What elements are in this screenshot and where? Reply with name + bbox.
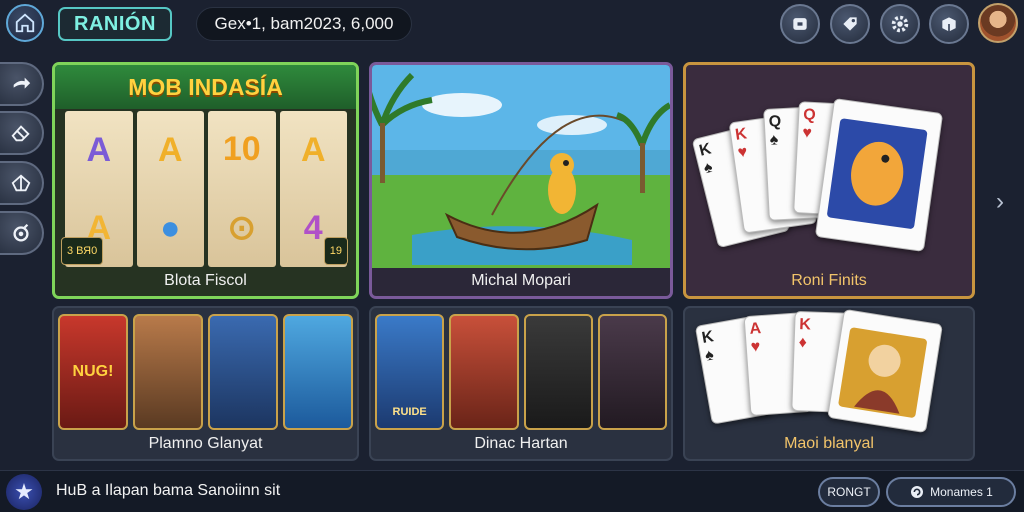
game-card-slot[interactable]: MOB INDASÍA A A A ● 10 ⊙ A 4 3 ВЯ0 19 Bl…: [52, 62, 359, 299]
eraser-icon: [11, 125, 30, 142]
chat-icon: [13, 223, 29, 242]
fish-card-art: [827, 118, 928, 229]
tile-caption: NUG!: [72, 363, 114, 380]
game-title: Plamno Glanyat: [148, 435, 263, 452]
news-ticker: HuB a Ilapan bama Sanoiinn sit: [56, 482, 281, 499]
reel-symbol: A: [300, 130, 326, 169]
tile: [133, 314, 203, 430]
home-icon: [15, 13, 35, 33]
chevron-right-icon[interactable]: ›: [988, 188, 1012, 216]
tile: [283, 314, 353, 430]
reel-symbol: ●: [159, 208, 181, 247]
brand-badge[interactable]: RANIÓN: [58, 7, 172, 41]
wallet-button[interactable]: [780, 4, 820, 44]
sidebar-forward-button[interactable]: [0, 62, 44, 106]
gear-icon: [891, 15, 909, 33]
balance-display: Gex•1, bam2023, 6,000: [196, 7, 412, 41]
game-card-adventure[interactable]: NUG! Plamno Glanyat: [52, 306, 359, 461]
reel: 10 ⊙: [208, 111, 276, 267]
reel-symbol: 4: [303, 208, 323, 247]
reel-symbol: 10: [222, 130, 261, 169]
game-card-cards[interactable]: K ♠ A ♥ K ♦ Maoi blanyal: [683, 306, 975, 461]
slot-reels: A A A ● 10 ⊙ A 4: [65, 111, 347, 267]
reel-symbol: A: [157, 130, 183, 169]
tile-strip: NUG!: [58, 314, 353, 430]
tile: [208, 314, 278, 430]
tile: [597, 314, 667, 430]
game-card-fishing[interactable]: Michal Mopari: [369, 62, 673, 299]
game-title: Roni Finits: [791, 272, 867, 289]
tile-strip: RUIDE: [375, 314, 667, 430]
tag-icon: [843, 17, 857, 31]
game-card-poker[interactable]: K ♠ K ♥ Q ♠ Q ♥ Roni Finits: [683, 62, 975, 299]
home-button[interactable]: [6, 4, 44, 42]
tile: RUIDE: [375, 314, 445, 430]
top-bar: RANIÓN Gex•1, bam2023, 6,000: [0, 0, 1024, 50]
refresh-icon: [911, 486, 924, 498]
secondary-button[interactable]: Monames 1: [886, 477, 1016, 507]
settings-button[interactable]: [880, 4, 920, 44]
reel: A ●: [136, 111, 204, 267]
sidebar-gift-button[interactable]: [0, 161, 44, 205]
sidebar-chat-button[interactable]: [0, 211, 44, 255]
gift-icon: [11, 174, 31, 192]
fishing-scene-illustration: [372, 65, 670, 268]
queen-card-art: [838, 327, 927, 418]
reel-symbol: A: [86, 130, 112, 169]
game-title: Maoi blanyal: [784, 435, 874, 452]
tile: [449, 314, 519, 430]
sidebar-erase-button[interactable]: [0, 111, 44, 155]
star-icon[interactable]: ★: [6, 474, 42, 510]
slot-count-badge: 19: [323, 237, 348, 265]
tile: NUG!: [58, 314, 128, 430]
tile-caption: RUIDE: [392, 406, 427, 418]
primary-button-label: RONGT: [827, 485, 871, 499]
game-title: Blota Fiscol: [164, 272, 247, 289]
playing-card-fish: [814, 98, 944, 252]
secondary-button-label: Monames 1: [930, 485, 993, 499]
game-title: Michal Mopari: [471, 272, 571, 289]
game-card-explorer[interactable]: RUIDE Dinac Hartan: [369, 306, 673, 461]
primary-button[interactable]: RONGT: [818, 477, 880, 507]
slot-banner: MOB INDASÍA: [55, 65, 356, 109]
shop-box-icon: [942, 17, 956, 32]
slot-bet-badge: 3 ВЯ0: [61, 237, 104, 265]
shop-button[interactable]: [929, 4, 969, 44]
arrow-right-icon: [13, 77, 31, 89]
wallet-icon: [793, 18, 807, 30]
avatar[interactable]: [978, 3, 1018, 43]
bottom-bar: ★ HuB a Ilapan bama Sanoiinn sit RONGT M…: [0, 470, 1024, 512]
reel-symbol: ⊙: [227, 208, 257, 247]
game-title: Dinac Hartan: [474, 435, 568, 452]
tag-button[interactable]: [830, 4, 870, 44]
tile: [523, 314, 593, 430]
playing-card-queen: [827, 308, 943, 434]
